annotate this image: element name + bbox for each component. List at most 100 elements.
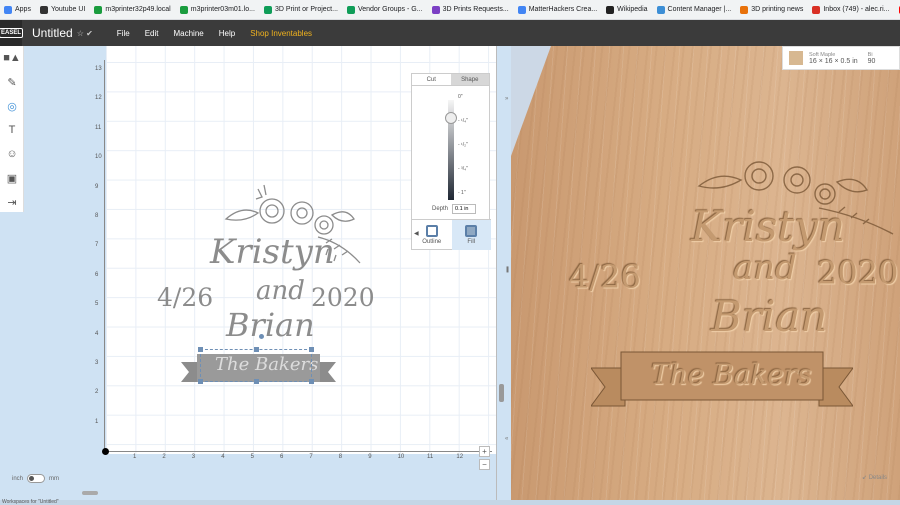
bookmark-item[interactable]: m3printer32p49.local (94, 5, 171, 14)
left-toolbar: ■▲ ✎ ◎ T ☺ ▣ ⇥ (0, 46, 24, 212)
bookmark-item[interactable]: Content Manager |... (656, 5, 732, 14)
drag-handle-icon[interactable]: ❚ (505, 266, 510, 273)
depth-tick-label: - 1" (458, 190, 466, 196)
bookmark-favicon-icon (606, 5, 615, 14)
unit-switch[interactable] (27, 474, 46, 483)
resize-handle[interactable] (254, 347, 259, 352)
preview-ribbon-text: The Bakers (651, 358, 812, 391)
zoom-out-button[interactable]: − (479, 459, 490, 470)
bookmark-label: Youtube UI (50, 6, 86, 13)
shapes-icon[interactable]: ■▲ (0, 46, 24, 70)
y-tick-label: 12 (95, 95, 102, 102)
apps-icon[interactable]: ▣ (0, 166, 24, 190)
menu-shop-inventables[interactable]: Shop Inventables (250, 29, 312, 38)
bookmark-item[interactable]: MatterHackers Crea... (517, 5, 597, 14)
icons-icon[interactable]: ☺ (0, 142, 24, 166)
rotate-handle[interactable] (259, 334, 264, 339)
bookmark-label: 3D printing news (751, 6, 804, 13)
depth-tick-label: 0" (458, 94, 463, 100)
tab-cut[interactable]: Cut (412, 74, 451, 85)
zoom-in-button[interactable]: + (479, 446, 490, 457)
app-header: EASEL Untitled ☆ ✔ File Edit Machine Hel… (0, 20, 900, 46)
x-tick-label: 5 (250, 454, 254, 460)
bookmark-favicon-icon (263, 5, 272, 14)
bookmark-favicon-icon (39, 5, 48, 14)
workspace-handle[interactable] (82, 491, 98, 495)
resize-handle[interactable] (254, 379, 259, 384)
x-tick-label: 7 (309, 454, 313, 460)
depth-input[interactable] (452, 204, 477, 214)
depth-slider-knob[interactable] (445, 112, 457, 124)
bookmark-label: Vendor Groups - G... (357, 6, 423, 13)
details-button[interactable]: ↙ Details (862, 474, 887, 481)
x-tick-label: 10 (397, 454, 405, 460)
menu-help[interactable]: Help (219, 29, 235, 38)
resize-handle[interactable] (309, 379, 314, 384)
depth-tick-label: - ¹/₄" (458, 118, 468, 124)
target-icon[interactable]: ◎ (0, 94, 24, 118)
collapse-arrow-icon[interactable]: ◀ (414, 230, 419, 237)
x-tick-label: 6 (280, 454, 284, 460)
y-tick-label: 11 (95, 124, 102, 131)
x-tick-label: 2 (162, 454, 166, 460)
bookmark-favicon-icon (812, 5, 821, 14)
text-icon[interactable]: T (0, 118, 24, 142)
preview-brian-text: Brian (711, 292, 828, 341)
outline-label: Outline (422, 239, 442, 245)
bookmark-item[interactable]: 3D Prints Requests... (431, 5, 509, 14)
y-tick-label: 8 (95, 213, 99, 219)
name-brian-text[interactable]: Brian (226, 306, 315, 344)
tab-shape[interactable]: Shape (450, 74, 489, 85)
fill-icon (465, 225, 478, 237)
resize-handle[interactable] (198, 347, 203, 352)
menu-edit[interactable]: Edit (145, 29, 159, 38)
bookmark-favicon-icon (656, 5, 665, 14)
scrollbar[interactable] (499, 384, 504, 402)
workspace-background (24, 46, 106, 470)
bookmark-item[interactable]: Inbox (749) - alec.ri... (812, 5, 890, 14)
x-tick-label: 1 (133, 454, 137, 460)
fill-button[interactable]: Fill (451, 220, 491, 250)
y-tick-label: 4 (95, 330, 99, 337)
bookmark-favicon-icon (517, 5, 526, 14)
and-text[interactable]: and (256, 276, 305, 306)
bookmark-item[interactable]: 3D Print or Project... (263, 5, 338, 14)
expand-right-icon[interactable]: » (505, 96, 508, 102)
panel-splitter[interactable]: » ❚ « (496, 46, 511, 500)
cut-settings-panel: Cut Shape 0" - ¹/₄" - ¹/₂" - ³/₄" - 1" Depth… (411, 73, 491, 250)
bookmark-favicon-icon (346, 5, 355, 14)
selection-box[interactable] (200, 349, 312, 382)
resize-handle[interactable] (309, 347, 314, 352)
star-icon[interactable]: ☆ ✔ (77, 29, 93, 38)
pen-icon[interactable]: ✎ (0, 70, 24, 94)
y-axis (104, 60, 105, 452)
bookmark-label: Content Manager |... (667, 6, 732, 13)
logo-text: EASEL (0, 28, 24, 38)
import-icon[interactable]: ⇥ (0, 190, 24, 214)
unit-toggle[interactable]: inch mm (12, 474, 59, 483)
bookmark-item[interactable]: Vendor Groups - G... (346, 5, 423, 14)
bookmark-item[interactable]: Wikipedia (606, 5, 648, 14)
y-tick-label: 5 (95, 301, 99, 308)
3d-preview[interactable]: Kristyn and 4/26 2020 Brian The Bakers (511, 46, 900, 500)
expand-left-icon[interactable]: « (505, 436, 508, 442)
date-left-text[interactable]: 4/26 (157, 283, 213, 312)
bookmark-favicon-icon (431, 5, 440, 14)
bookmarks-bar: Apps Youtube UI m3printer32p49.local m3prin… (0, 0, 900, 20)
document-title[interactable]: Untitled (32, 26, 73, 40)
bookmark-item[interactable]: m3printer03m01.lo... (179, 5, 255, 14)
resize-handle[interactable] (198, 379, 203, 384)
main-menu: File Edit Machine Help Shop Inventables (117, 29, 312, 38)
name-kristyn-text[interactable]: Kristyn (210, 232, 335, 272)
bookmark-item[interactable]: Youtube UI (39, 5, 86, 14)
menu-file[interactable]: File (117, 29, 130, 38)
material-swatch (789, 51, 803, 65)
date-right-text[interactable]: 2020 (311, 283, 375, 312)
bookmark-item[interactable]: Apps (4, 5, 31, 14)
menu-machine[interactable]: Machine (173, 29, 203, 38)
y-tick-label: 13 (95, 66, 102, 72)
bookmark-item[interactable]: 3D printing news (740, 5, 804, 14)
easel-logo[interactable]: EASEL (0, 20, 24, 46)
bookmark-label: 3D Prints Requests... (442, 6, 509, 13)
material-selector[interactable]: Soft Maple 16 × 16 × 0.5 in Bi 90 (782, 46, 900, 70)
